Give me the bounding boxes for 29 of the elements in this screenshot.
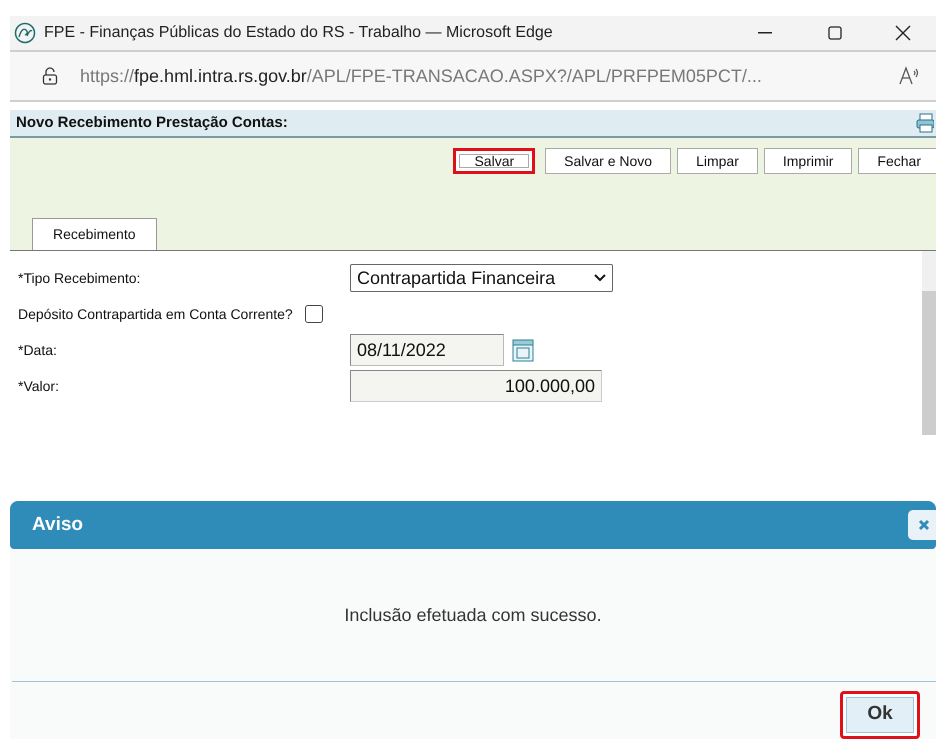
field-label: Depósito Contrapartida em Conta Corrente? bbox=[18, 304, 293, 324]
lock-icon bbox=[42, 67, 58, 85]
select-field[interactable]: Contrapartida Financeira bbox=[350, 264, 613, 292]
toolbar-button[interactable]: Fechar bbox=[858, 148, 936, 174]
close-icon bbox=[918, 519, 930, 531]
toolbar-button[interactable]: Limpar bbox=[677, 148, 758, 174]
close-icon bbox=[895, 25, 911, 41]
date-field[interactable]: 08/11/2022 bbox=[350, 334, 504, 366]
checkbox[interactable] bbox=[304, 305, 323, 323]
tab[interactable]: Recebimento bbox=[32, 218, 156, 250]
scrollbar[interactable] bbox=[922, 251, 936, 435]
toolbar-button[interactable]: Salvar bbox=[453, 148, 536, 174]
toolbar-button[interactable]: Imprimir bbox=[764, 148, 852, 174]
field-label: *Valor: bbox=[18, 376, 60, 396]
printer-icon[interactable] bbox=[916, 113, 934, 133]
dialog-close-button[interactable] bbox=[908, 510, 936, 540]
minimize-icon bbox=[758, 32, 772, 34]
ok-button[interactable]: Ok bbox=[840, 690, 920, 738]
dialog-title: Aviso bbox=[32, 512, 84, 537]
field-label: *Tipo Recebimento: bbox=[18, 268, 142, 288]
field-label: *Data: bbox=[18, 340, 58, 360]
dialog-message: Inclusão efetuada com sucesso. bbox=[344, 604, 602, 626]
chevron-down-icon bbox=[594, 274, 606, 282]
maximize-icon bbox=[828, 26, 842, 40]
window-title: FPE - Finanças Públicas do Estado do RS - Trabalho — Microsoft Edge bbox=[44, 23, 553, 43]
app-logo-icon bbox=[14, 22, 36, 44]
toolbar-button[interactable]: Salvar e Novo bbox=[545, 148, 672, 174]
value-field[interactable]: 100.000,00 bbox=[350, 370, 602, 402]
page-title: Novo Recebimento Prestação Contas: bbox=[16, 112, 288, 133]
